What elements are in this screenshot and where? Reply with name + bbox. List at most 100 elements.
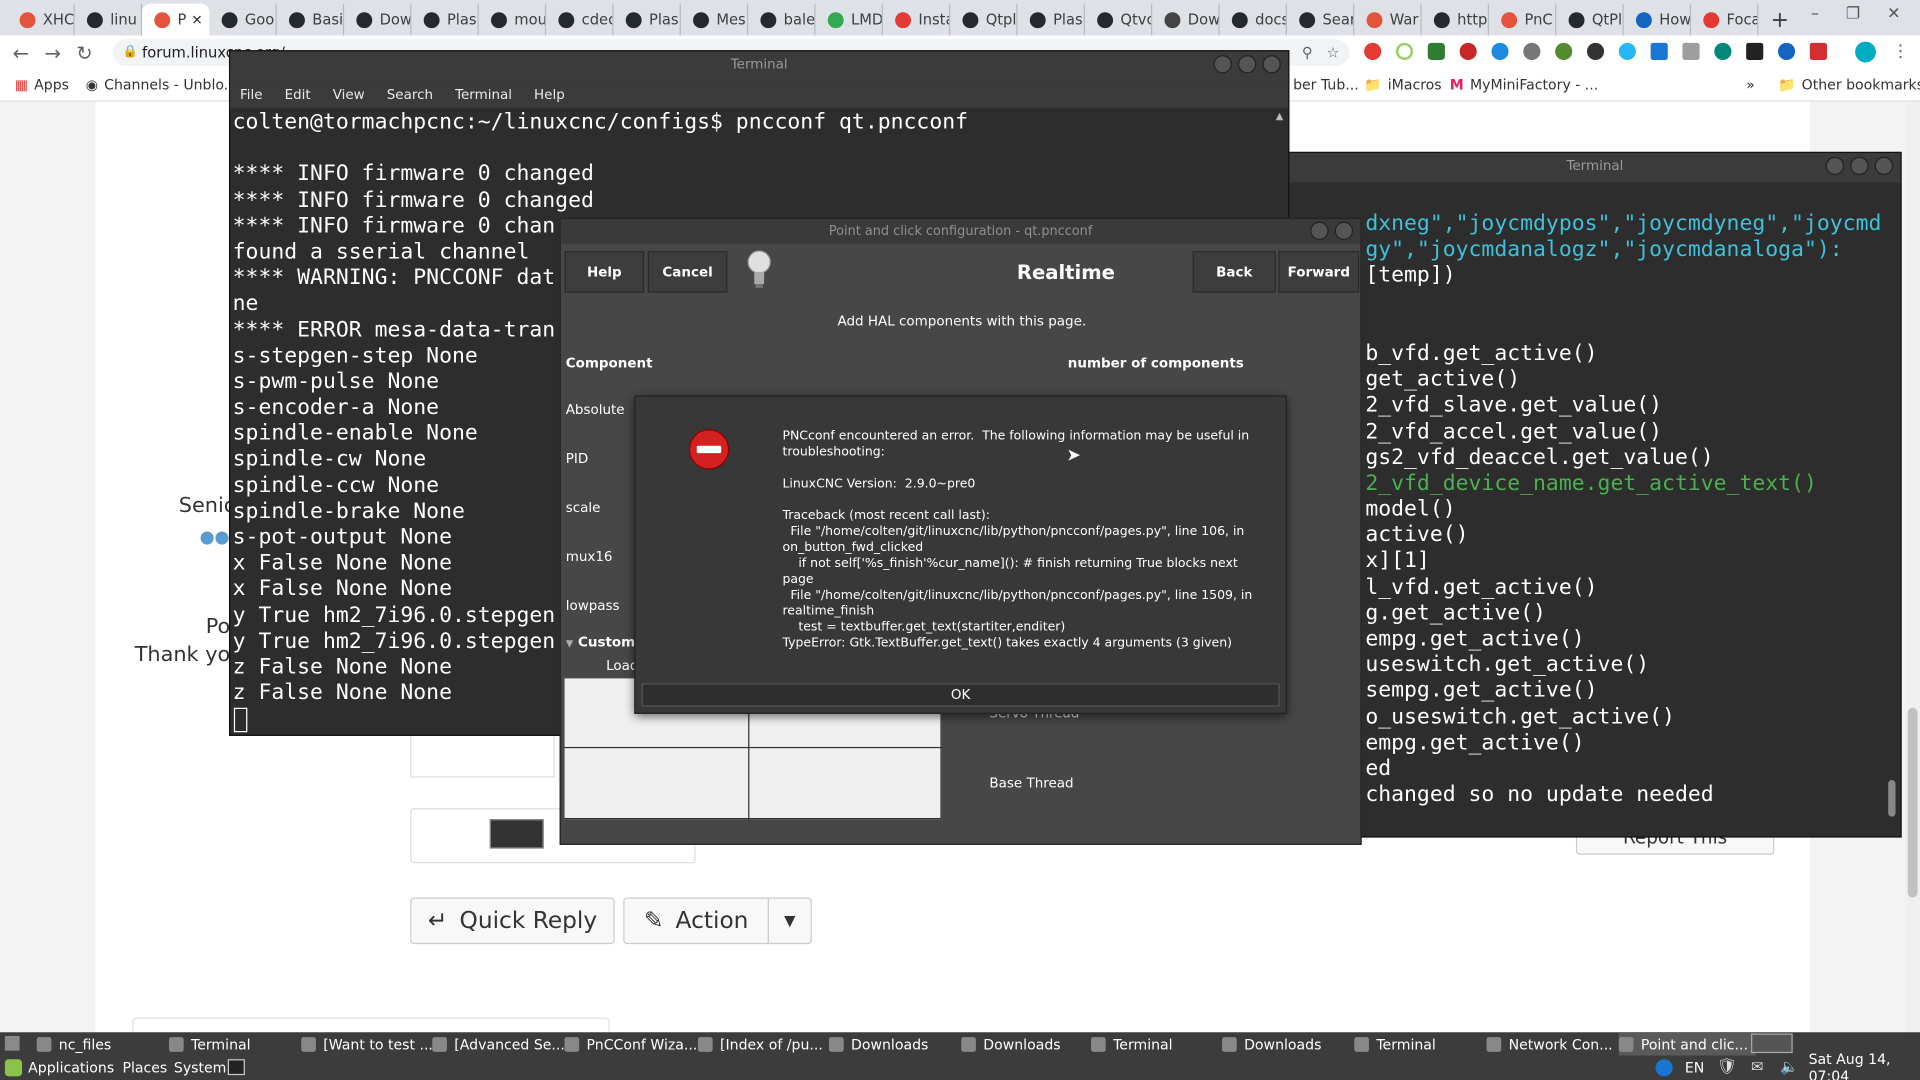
ok-button[interactable]: OK [641, 683, 1280, 707]
taskbar-window-button[interactable]: [Index of /pu... [697, 1032, 823, 1055]
taskbar-window-button[interactable]: PnCConf Wiza... [564, 1032, 697, 1055]
extension-icon[interactable] [1364, 42, 1382, 61]
action-button[interactable]: ✎ Action [623, 897, 769, 945]
taskbar-window-button[interactable]: [Advanced Se... [432, 1032, 565, 1055]
cancel-button[interactable]: Cancel [647, 251, 728, 293]
quick-reply-button[interactable]: ↵ Quick Reply [410, 897, 615, 945]
terminal-scroll-up-icon[interactable]: ▲ [1276, 110, 1284, 121]
terminal-window-right[interactable]: Terminal dxneg","joycmdypos","joycmdyneg… [1288, 151, 1902, 838]
terminal-launcher-icon[interactable] [227, 1059, 245, 1076]
extension-icon[interactable] [1586, 42, 1605, 61]
minimize-icon[interactable] [1310, 221, 1329, 241]
terminal-titlebar[interactable]: Terminal [230, 51, 1289, 81]
applications-menu[interactable]: Applications [4, 1056, 114, 1080]
pncconf-titlebar[interactable]: Point and click configuration - qt.pncco… [560, 219, 1361, 244]
extension-icon[interactable] [1618, 42, 1636, 61]
extension-icon[interactable] [1555, 42, 1573, 61]
taskbar-window-button[interactable]: Terminal [168, 1032, 251, 1055]
taskbar-window-button[interactable]: Point and clic... [1618, 1032, 1756, 1056]
browser-tab[interactable]: http [1422, 3, 1489, 36]
browser-tab[interactable]: PnC [1489, 3, 1557, 36]
bookmark-youtube[interactable]: ber Tub... [1293, 76, 1359, 93]
extension-icon[interactable] [1523, 42, 1541, 61]
browser-tab[interactable]: Dow [344, 3, 412, 36]
browser-tab[interactable]: Plas [411, 3, 479, 36]
minimize-icon[interactable] [1213, 55, 1232, 74]
extension-icon[interactable] [1650, 42, 1668, 61]
browser-tab[interactable]: mou [479, 3, 547, 36]
maximize-icon[interactable] [1850, 156, 1869, 176]
system-menu[interactable]: System [174, 1056, 227, 1080]
profile-avatar[interactable] [1855, 41, 1876, 63]
keyboard-layout[interactable]: EN [1685, 1056, 1704, 1080]
browser-tab[interactable]: linu [75, 3, 143, 36]
browser-tab[interactable]: LMD [816, 3, 883, 36]
browser-tab[interactable]: Mes [681, 3, 749, 36]
extension-icon[interactable] [1491, 42, 1509, 61]
browser-tab[interactable]: Qtpl [950, 3, 1018, 36]
reload-icon[interactable]: ↻ [69, 41, 101, 64]
close-icon[interactable] [1262, 55, 1281, 74]
menu-edit[interactable]: Edit [285, 86, 311, 102]
attachment-thumbnail[interactable] [489, 819, 544, 849]
bookmark-channels[interactable]: ◉ Channels - Unblo... [86, 76, 237, 93]
network-icon[interactable] [1655, 1059, 1673, 1077]
browser-tab[interactable]: How [1624, 3, 1692, 36]
menu-dots-icon[interactable]: ⋮ [1892, 43, 1909, 60]
browser-tab[interactable]: Plas [1018, 3, 1085, 36]
extension-icon[interactable] [1395, 42, 1414, 61]
bookmark-imacros[interactable]: 📁 iMacros [1364, 76, 1442, 93]
taskbar-window-button[interactable]: Terminal [1354, 1032, 1436, 1055]
terminal-output[interactable]: dxneg","joycmdypos","joycmdyneg","joycmd… [1289, 182, 1900, 808]
forward-button[interactable]: Forward [1278, 251, 1360, 293]
extension-icon[interactable] [1809, 42, 1827, 61]
browser-tab[interactable]: War [1354, 3, 1422, 36]
places-menu[interactable]: Places [122, 1056, 167, 1080]
chat-icon[interactable]: ✉ [1751, 1058, 1763, 1075]
taskbar-window-button[interactable]: Downloads [828, 1032, 928, 1055]
taskbar-window-button[interactable]: nc_files [36, 1032, 112, 1055]
close-icon[interactable] [1874, 156, 1894, 176]
browser-tab[interactable]: bale [748, 3, 816, 36]
show-desktop-icon[interactable] [4, 1035, 20, 1051]
back-button[interactable]: Back [1192, 251, 1276, 293]
browser-tab[interactable]: docs [1220, 3, 1287, 36]
clock[interactable]: Sat Aug 14, 07:04 [1809, 1051, 1920, 1080]
menu-help[interactable]: Help [534, 86, 565, 102]
extension-icon[interactable] [1777, 42, 1796, 61]
taskbar-window-button[interactable]: Downloads [1222, 1032, 1321, 1055]
extension-icon[interactable] [1427, 42, 1445, 61]
extension-icon[interactable] [1746, 42, 1764, 61]
taskbar-window-button[interactable]: Network Con... [1486, 1032, 1613, 1055]
zoom-icon[interactable]: ⚲ [1302, 39, 1313, 66]
browser-tab[interactable]: Dow [1152, 3, 1220, 36]
extension-icon[interactable] [1714, 42, 1732, 61]
menu-terminal[interactable]: Terminal [455, 86, 512, 102]
taskbar-window-button[interactable]: Terminal [1091, 1032, 1173, 1055]
help-button[interactable]: Help [564, 251, 645, 293]
bookmarks-overflow[interactable]: » [1746, 76, 1755, 93]
taskbar-window-button[interactable]: Downloads [961, 1032, 1061, 1055]
browser-tab[interactable]: Plas [613, 3, 681, 36]
menu-file[interactable]: File [240, 86, 263, 102]
browser-tab[interactable]: QtPl [1556, 3, 1624, 36]
minimize-icon[interactable] [1825, 156, 1845, 176]
minimize-icon[interactable]: – [1811, 5, 1819, 23]
taskbar-window-button[interactable]: [Want to test ... [301, 1032, 433, 1055]
browser-tab[interactable]: cdec [546, 3, 614, 36]
workspace-switcher[interactable] [1751, 1033, 1793, 1054]
close-icon[interactable] [1334, 221, 1354, 241]
bookmark-apps[interactable]: ▦ Apps [15, 76, 69, 93]
extension-icon[interactable] [1682, 42, 1700, 61]
terminal-titlebar[interactable]: Terminal [1289, 153, 1901, 183]
volume-icon[interactable]: 🔈 [1780, 1058, 1798, 1075]
action-dropdown-button[interactable]: ▼ [767, 897, 812, 945]
browser-tab[interactable]: Basi [277, 3, 345, 36]
maximize-icon[interactable] [1237, 55, 1257, 74]
browser-tab[interactable]: Qtvc [1085, 3, 1153, 36]
bookmark-other[interactable]: 📁 Other bookmarks [1778, 76, 1920, 93]
shield-icon[interactable]: 🛡 [1717, 1058, 1737, 1076]
extension-icon[interactable] [1459, 42, 1477, 61]
menu-view[interactable]: View [333, 86, 365, 102]
browser-tab[interactable]: Foca [1691, 3, 1759, 36]
